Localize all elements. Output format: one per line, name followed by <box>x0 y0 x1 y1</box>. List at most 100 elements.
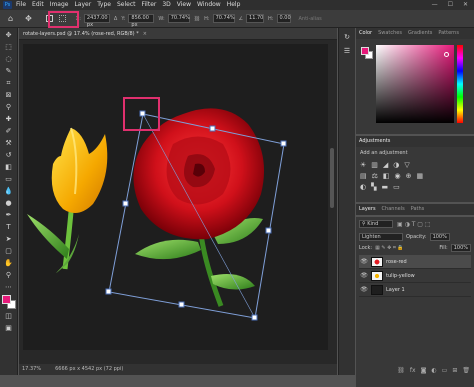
pen-tool-icon[interactable]: ✒ <box>4 210 14 220</box>
gradient-map-icon[interactable]: ▭ <box>393 183 400 191</box>
menu-edit[interactable]: Edit <box>32 0 44 10</box>
healing-brush-tool-icon[interactable]: ✚ <box>4 114 14 124</box>
more-tools-icon[interactable]: ⋯ <box>4 282 14 292</box>
layer-row-rose-red[interactable]: 👁 rose-red <box>359 255 471 269</box>
quick-select-tool-icon[interactable]: ✎ <box>4 66 14 76</box>
tab-color[interactable]: Color <box>359 28 372 39</box>
posterize-icon[interactable]: ▚ <box>371 183 376 191</box>
hand-tool-icon[interactable]: ✋ <box>4 258 14 268</box>
move-tool-icon[interactable]: ✥ <box>4 30 14 40</box>
photo-filter-icon[interactable]: ◉ <box>395 172 401 180</box>
menu-3d[interactable]: 3D <box>162 0 170 10</box>
w-field[interactable]: 70.74% <box>167 14 190 23</box>
visibility-eye-icon[interactable]: 👁 <box>359 272 369 279</box>
foreground-color-swatch[interactable] <box>1 295 11 304</box>
menu-view[interactable]: View <box>177 0 191 10</box>
adjustment-layer-icon[interactable]: ◐ <box>431 367 436 374</box>
hue-slider[interactable] <box>457 45 463 123</box>
history-icon[interactable]: ↻ <box>342 32 352 42</box>
hue-saturation-icon[interactable]: ▤ <box>360 172 367 180</box>
transform-handle[interactable] <box>105 288 112 295</box>
tab-swatches[interactable]: Swatches <box>378 28 402 39</box>
group-icon[interactable]: ▭ <box>442 367 448 374</box>
tab-patterns[interactable]: Patterns <box>438 28 459 39</box>
kind-filter[interactable]: ⚲ Kind <box>359 220 393 228</box>
black-white-icon[interactable]: ◧ <box>383 172 390 180</box>
panel-fg-swatch[interactable] <box>361 47 369 55</box>
color-field[interactable] <box>376 45 454 123</box>
brightness-icon[interactable]: ☀ <box>360 161 366 169</box>
tab-channels[interactable]: Channels <box>382 204 405 215</box>
document-tab[interactable]: rotate-layers.psd @ 17.4% (rose-red, RGB… <box>19 28 337 40</box>
skew-field[interactable]: 0.00 <box>276 14 291 23</box>
lock-icons[interactable]: ▦ ✎ ✥ ⌗ 🔒 <box>375 245 404 251</box>
layer-name[interactable]: Layer 1 <box>386 287 405 293</box>
quick-mask-icon[interactable]: ◫ <box>4 311 14 321</box>
adjustments-title[interactable]: Adjustments <box>359 136 390 147</box>
eraser-tool-icon[interactable]: ◧ <box>4 162 14 172</box>
transform-handle[interactable] <box>280 140 287 147</box>
vibrance-icon[interactable]: ▽ <box>404 161 409 169</box>
zoom-tool-icon[interactable]: ⚲ <box>4 270 14 280</box>
layer-name[interactable]: rose-red <box>386 259 407 265</box>
properties-icon[interactable]: ☰ <box>342 46 352 56</box>
vertical-scrollbar[interactable] <box>330 148 334 208</box>
blur-tool-icon[interactable]: 💧 <box>4 186 14 196</box>
clone-stamp-tool-icon[interactable]: ⚒ <box>4 138 14 148</box>
curves-icon[interactable]: ◢ <box>383 161 388 169</box>
history-brush-tool-icon[interactable]: ↺ <box>4 150 14 160</box>
color-balance-icon[interactable]: ⚖ <box>372 172 378 180</box>
blend-mode-select[interactable]: Lighten <box>359 232 403 241</box>
y-field[interactable]: 856.00 px <box>128 14 155 28</box>
lasso-tool-icon[interactable]: ◌ <box>4 54 14 64</box>
path-select-tool-icon[interactable]: ➤ <box>4 234 14 244</box>
layer-row-layer-1[interactable]: 👁 Layer 1 <box>359 283 471 297</box>
menu-window[interactable]: Window <box>197 0 221 10</box>
menu-image[interactable]: Image <box>50 0 69 10</box>
minimize-button[interactable]: — <box>432 0 438 10</box>
frame-tool-icon[interactable]: ⊠ <box>4 90 14 100</box>
angle-field[interactable]: 11.70 <box>246 14 265 23</box>
home-icon[interactable]: ⌂ <box>8 14 13 23</box>
mask-icon[interactable]: ◙ <box>421 367 427 374</box>
color-picker-cursor[interactable] <box>444 52 449 57</box>
brush-tool-icon[interactable]: ✐ <box>4 126 14 136</box>
color-lookup-icon[interactable]: ▦ <box>417 172 424 180</box>
color-swatches[interactable] <box>1 295 16 309</box>
screen-mode-icon[interactable]: ▣ <box>4 323 14 333</box>
transform-handle[interactable] <box>251 314 258 321</box>
menu-layer[interactable]: Layer <box>74 0 91 10</box>
close-document-icon[interactable]: × <box>143 31 147 37</box>
filter-icons[interactable]: ▣ ◑ T ▢ ⬚ <box>397 221 431 228</box>
gradient-tool-icon[interactable]: ▭ <box>4 174 14 184</box>
new-layer-icon[interactable]: ⊞ <box>452 367 457 374</box>
exposure-icon[interactable]: ◑ <box>393 161 399 169</box>
layer-row-tulip-yellow[interactable]: 👁 tulip-yellow <box>359 269 471 283</box>
transform-handle[interactable] <box>178 301 185 308</box>
trash-icon[interactable]: 🗑 <box>462 367 470 374</box>
eyedropper-tool-icon[interactable]: ⚲ <box>4 102 14 112</box>
transform-handle[interactable] <box>209 125 216 132</box>
menu-type[interactable]: Type <box>97 0 111 10</box>
tab-gradients[interactable]: Gradients <box>408 28 432 39</box>
move-tool-icon[interactable]: ✥ <box>25 14 32 23</box>
x-field[interactable]: 2437.00 px <box>83 14 110 28</box>
invert-icon[interactable]: ◐ <box>360 183 366 191</box>
delta-icon[interactable]: Δ <box>114 16 117 22</box>
menu-select[interactable]: Select <box>117 0 136 10</box>
transform-handle[interactable] <box>265 227 272 234</box>
tab-paths[interactable]: Paths <box>411 204 425 215</box>
channel-mixer-icon[interactable]: ⊕ <box>406 172 412 180</box>
menu-file[interactable]: File <box>16 0 26 10</box>
visibility-eye-icon[interactable]: 👁 <box>359 258 369 265</box>
document-info[interactable]: 6666 px x 4542 px (72 ppi) <box>55 364 123 375</box>
fx-icon[interactable]: fx <box>410 367 416 374</box>
shape-tool-icon[interactable]: ▢ <box>4 246 14 256</box>
close-button[interactable]: ✕ <box>463 0 468 10</box>
dodge-tool-icon[interactable]: ● <box>4 198 14 208</box>
levels-icon[interactable]: ▥ <box>371 161 378 169</box>
h-field[interactable]: 70.74% <box>212 14 235 23</box>
menu-filter[interactable]: Filter <box>142 0 157 10</box>
tab-layers[interactable]: Layers <box>359 204 376 215</box>
anti-alias-label[interactable]: Anti-alias <box>299 16 322 22</box>
